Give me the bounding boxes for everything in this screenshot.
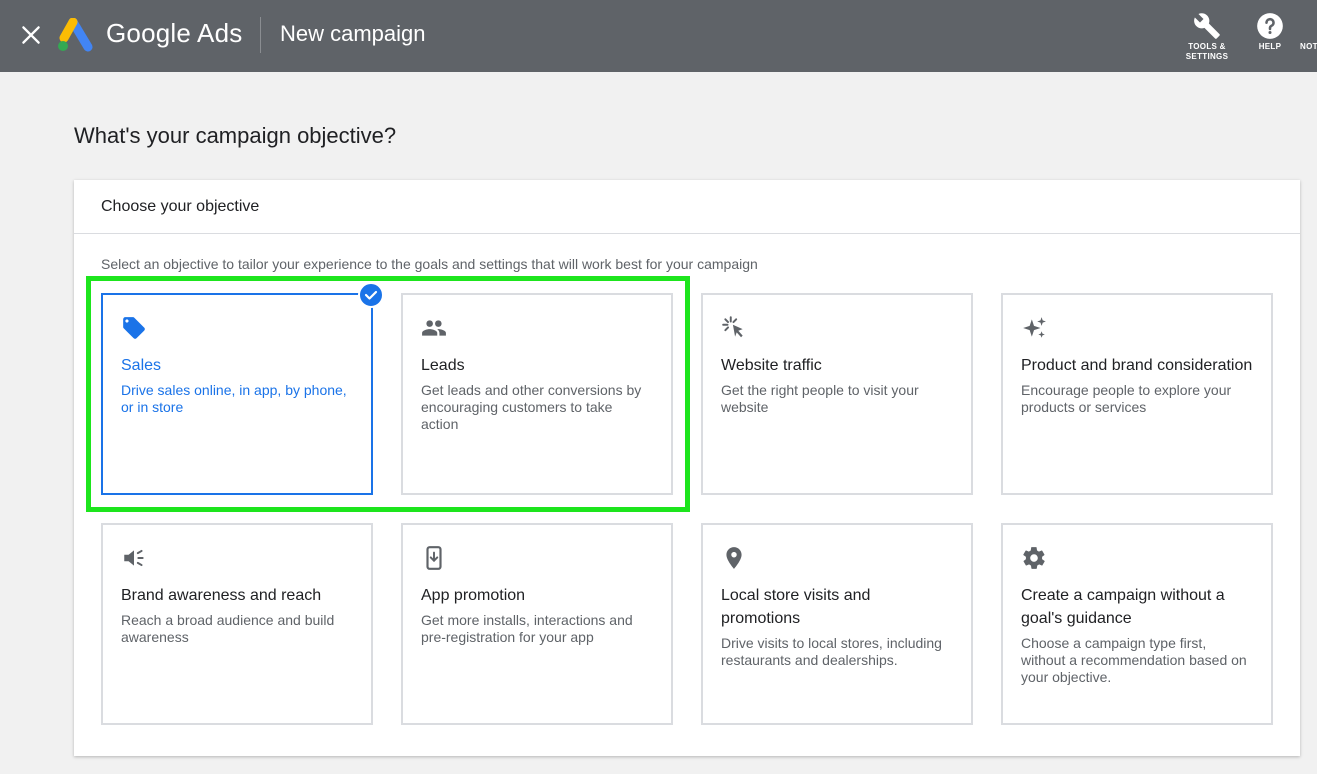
- help-icon: [1257, 13, 1283, 39]
- objective-title: Website traffic: [721, 357, 822, 374]
- objective-product-brand[interactable]: Product and brand consideration Encourag…: [1001, 293, 1273, 495]
- objective-sales[interactable]: Sales Drive sales online, in app, by pho…: [101, 293, 373, 495]
- people-icon: [422, 320, 446, 336]
- objective-description: Reach a broad audience and build awarene…: [121, 612, 335, 645]
- objective-title: Create a campaign without a goal's guida…: [1021, 587, 1225, 627]
- tag-icon: [123, 317, 145, 339]
- objective-title: Brand awareness and reach: [121, 587, 322, 604]
- app-header: Google Ads New campaign TOOLS & SETTINGS…: [0, 0, 1317, 72]
- objective-description: Choose a campaign type first, without a …: [1021, 635, 1247, 685]
- google-ads-logo-icon: [58, 18, 93, 52]
- objective-title: Product and brand consideration: [1021, 357, 1253, 374]
- gear-icon: [1023, 547, 1045, 569]
- help-label: HELP: [1258, 42, 1282, 51]
- card-subtitle: Select an objective to tailor your exper…: [101, 256, 758, 272]
- objective-title: Local store visits and promotions: [721, 587, 871, 627]
- header-divider: [260, 17, 261, 53]
- objective-website-traffic[interactable]: Website traffic Get the right people to …: [701, 293, 973, 495]
- tools-label-line2: SETTINGS: [1185, 52, 1229, 61]
- objective-local-store[interactable]: Local store visits and promotions Drive …: [701, 523, 973, 725]
- objective-description: Get leads and other conversions by encou…: [421, 382, 642, 432]
- objective-description: Encourage people to explore your product…: [1021, 382, 1232, 415]
- tools-label-line1: TOOLS &: [1188, 42, 1226, 51]
- page-title: New campaign: [280, 21, 426, 46]
- megaphone-icon: [124, 549, 144, 567]
- objective-card: Choose your objective Select an objectiv…: [74, 180, 1300, 756]
- selected-check-icon: [358, 282, 384, 308]
- objective-description: Drive visits to local stores, including …: [721, 635, 942, 668]
- brand-name: Google Ads: [106, 18, 243, 48]
- phone-download-icon: [426, 546, 442, 570]
- help-button[interactable]: HELP: [1252, 12, 1288, 52]
- objective-app-promotion[interactable]: App promotion Get more installs, interac…: [401, 523, 673, 725]
- objective-title: Leads: [421, 357, 465, 374]
- objective-description: Get the right people to visit your websi…: [721, 382, 919, 415]
- close-icon[interactable]: [18, 22, 44, 48]
- objective-no-guidance[interactable]: Create a campaign without a goal's guida…: [1001, 523, 1273, 725]
- cursor-click-icon: [722, 316, 743, 338]
- location-pin-icon: [726, 547, 742, 569]
- notifications-button[interactable]: NOT: [1300, 12, 1317, 52]
- page-heading: What's your campaign objective?: [74, 123, 397, 148]
- objective-title: Sales: [121, 357, 162, 374]
- sparkle-icon: [1023, 317, 1046, 338]
- objective-brand-awareness[interactable]: Brand awareness and reach Reach a broad …: [101, 523, 373, 725]
- notifications-label: NOT: [1300, 42, 1317, 51]
- tools-settings-button[interactable]: TOOLS & SETTINGS: [1182, 12, 1232, 62]
- objective-title: App promotion: [421, 587, 526, 604]
- objective-leads[interactable]: Leads Get leads and other conversions by…: [401, 293, 673, 495]
- wrench-icon: [1194, 13, 1220, 39]
- card-title: Choose your objective: [74, 180, 1300, 234]
- objective-description: Get more installs, interactions and pre-…: [421, 612, 633, 645]
- objective-description: Drive sales online, in app, by phone, or…: [121, 382, 347, 415]
